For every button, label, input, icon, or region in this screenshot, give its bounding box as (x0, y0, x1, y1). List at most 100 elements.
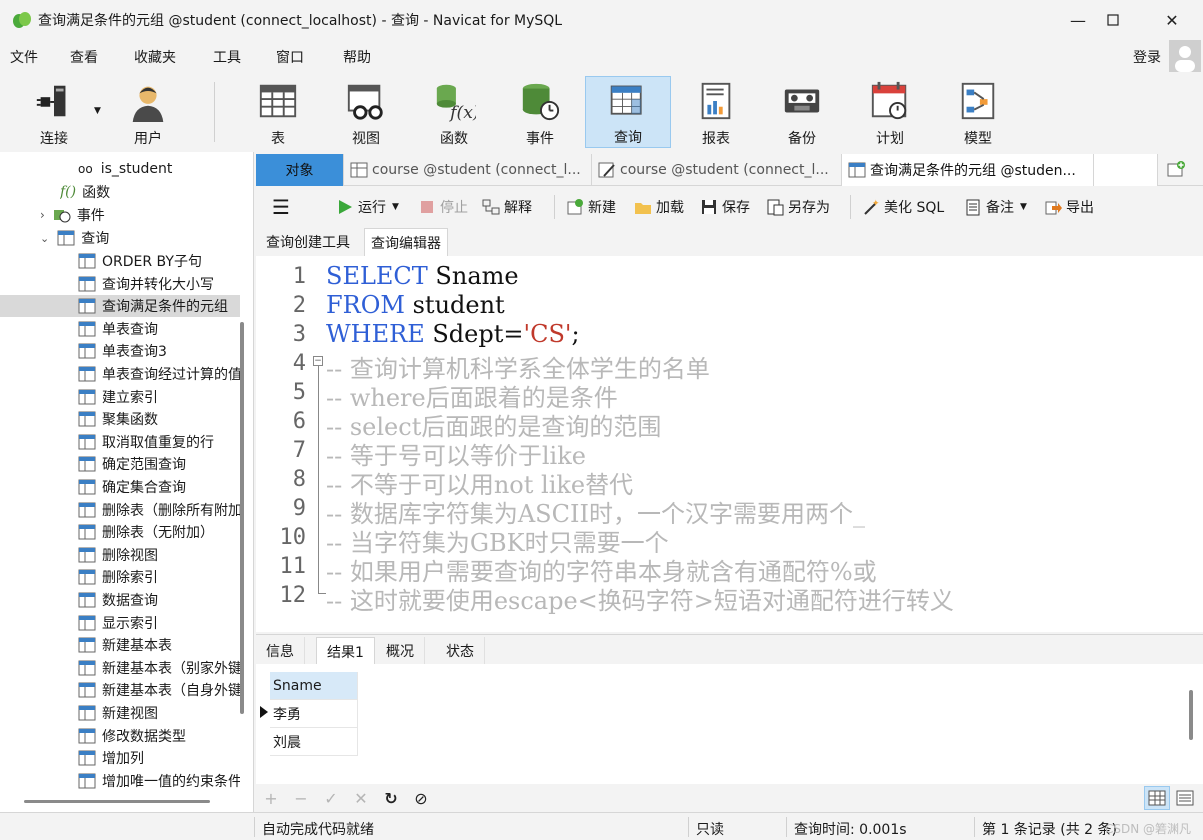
tree-item-query[interactable]: 新建视图 (0, 702, 240, 724)
tree-item-query[interactable]: 聚集函数 (0, 408, 240, 430)
discard-changes-button[interactable]: ✕ (352, 789, 370, 808)
tree-item-query[interactable]: 删除索引 (0, 566, 240, 588)
tree-item-query[interactable]: 显示索引 (0, 612, 240, 634)
backup-button[interactable]: 备份 (764, 76, 840, 148)
login-link[interactable]: 登录 (1133, 47, 1161, 67)
run-button[interactable]: 运行 ▼ (336, 197, 399, 217)
connect-button[interactable]: 连接 (16, 76, 92, 148)
add-record-button[interactable]: + (262, 789, 280, 808)
menu-view[interactable]: 查看 (70, 47, 98, 67)
explain-button[interactable]: 解释 (482, 197, 532, 217)
menu-file[interactable]: 文件 (10, 47, 38, 67)
menu-tools[interactable]: 工具 (213, 47, 241, 67)
column-header-sname[interactable]: Sname (270, 672, 358, 700)
tree-item-functions[interactable]: f() 函数 (60, 181, 253, 203)
tree-item-query[interactable]: 新建基本表 (0, 634, 240, 656)
tree-item-query[interactable]: 建立索引 (0, 386, 240, 408)
tree-item-query[interactable]: 确定范围查询 (0, 453, 240, 475)
tree-item-query[interactable]: 取消取值重复的行 (0, 431, 240, 453)
tree-item-query[interactable]: 确定集合查询 (0, 476, 240, 498)
grid-view-button[interactable] (1144, 786, 1170, 810)
tab-course-2[interactable]: course @student (connect_l... (592, 154, 842, 186)
avatar[interactable] (1169, 40, 1201, 72)
table-row[interactable]: 刘晨 (270, 728, 358, 756)
beautify-sql-button[interactable]: ✦ 美化 SQL (862, 197, 944, 217)
menu-window[interactable]: 窗口 (276, 47, 304, 67)
tab-objects[interactable]: 对象 (256, 154, 344, 186)
tree-item-query[interactable]: 删除表（无附加） (0, 521, 240, 543)
tree-item-query[interactable]: 单表查询 (0, 318, 240, 340)
menu-help[interactable]: 帮助 (343, 47, 371, 67)
function-button[interactable]: f(x) 函数 (416, 76, 492, 148)
stop-loading-button[interactable]: ⊘ (412, 789, 430, 808)
tab-info[interactable]: 信息 (256, 637, 305, 665)
code-line[interactable]: -- 这时就要使用escape<换码字符>短语对通配符进行转义 (326, 581, 954, 616)
tree-item-query[interactable]: 单表查询3 (0, 340, 240, 362)
table-button[interactable]: 表 (240, 76, 316, 148)
tab-status[interactable]: 状态 (436, 637, 485, 665)
tree-item-query[interactable]: 增加唯一值的约束条件 (0, 770, 240, 792)
tab-course-1[interactable]: course @student (connect_l... (344, 154, 592, 186)
export-button[interactable]: 导出 (1044, 197, 1094, 217)
tab-current-query[interactable]: 查询满足条件的元组 @studen... (842, 154, 1094, 186)
model-button[interactable]: 模型 (940, 76, 1016, 148)
schedule-button[interactable]: 计划 (852, 76, 928, 148)
tab-blank[interactable] (1094, 154, 1158, 186)
tree-item-query[interactable]: ORDER BY子句 (0, 250, 240, 272)
tab-query-builder[interactable]: 查询创建工具 (260, 228, 356, 256)
chevron-down-icon[interactable]: ⌄ (40, 232, 49, 245)
query-icon (78, 502, 96, 518)
tree-item-query[interactable]: 删除视图 (0, 544, 240, 566)
view-button[interactable]: 视图 (328, 76, 404, 148)
grid-scrollbar[interactable] (1189, 690, 1193, 740)
hamburger-menu-icon[interactable]: ☰ (272, 195, 290, 219)
tree-scrollbar[interactable] (240, 322, 244, 714)
table-row[interactable]: 李勇 (270, 700, 358, 728)
refresh-button[interactable]: ↻ (382, 789, 400, 808)
sql-editor[interactable]: 1 SELECT Sname 2 FROM student 3 WHERE Sdept='… (256, 256, 1203, 632)
code-line[interactable]: SELECT Sname (326, 262, 519, 290)
tree-item-query[interactable]: 数据查询 (0, 589, 240, 611)
tree-item-query[interactable]: 增加列 (0, 747, 240, 769)
user-button[interactable]: 用户 (110, 76, 186, 148)
chevron-right-icon[interactable]: › (40, 208, 45, 222)
query-icon (78, 569, 96, 585)
form-view-button[interactable] (1172, 786, 1198, 810)
tree-item-query[interactable]: 修改数据类型 (0, 725, 240, 747)
code-line[interactable]: FROM student (326, 291, 505, 319)
delete-record-button[interactable]: − (292, 789, 310, 808)
tree-item-query[interactable]: 查询并转化大小写 (0, 273, 240, 295)
load-button[interactable]: 加载 (634, 197, 684, 217)
code-line[interactable]: WHERE Sdept='CS'; (326, 320, 580, 348)
stop-button[interactable]: 停止 (418, 197, 468, 217)
menu-favorites[interactable]: 收藏夹 (134, 47, 176, 67)
status-bar: 自动完成代码就绪 只读 查询时间: 0.001s 第 1 条记录 (共 2 条)… (0, 812, 1203, 840)
tree-item-query[interactable]: 查询满足条件的元组 (0, 295, 240, 318)
tree-item-queries[interactable]: ⌄ 查询 (40, 227, 253, 249)
close-button[interactable]: ✕ (1149, 0, 1195, 40)
apply-changes-button[interactable]: ✓ (322, 789, 340, 808)
query-button[interactable]: 查询 (585, 76, 671, 148)
tree-item-query[interactable]: 新建基本表（别家外键 (0, 657, 240, 679)
tree-item-is-student[interactable]: oo is_student (78, 158, 253, 180)
event-button[interactable]: 事件 (502, 76, 578, 148)
line-number: 6 (292, 409, 306, 434)
tab-result-1[interactable]: 结果1 (316, 637, 375, 665)
tree-item-events[interactable]: › 事件 (40, 204, 253, 226)
tree-item-query[interactable]: 单表查询经过计算的值 (0, 363, 240, 385)
report-button[interactable]: 报表 (678, 76, 754, 148)
new-button[interactable]: 新建 (566, 197, 616, 217)
tree-horizontal-scrollbar[interactable] (24, 800, 210, 803)
tab-profile[interactable]: 概况 (376, 637, 425, 665)
save-as-button[interactable]: 另存为 (766, 197, 830, 217)
new-tab-icon[interactable] (1166, 160, 1186, 184)
comment-button[interactable]: 备注 ▼ (964, 197, 1027, 217)
maximize-button[interactable] (1090, 0, 1136, 40)
tab-query-editor[interactable]: 查询编辑器 (364, 228, 448, 256)
tree-item-query[interactable]: 新建基本表（自身外键 (0, 679, 240, 701)
chevron-down-icon[interactable]: ▼ (94, 106, 101, 116)
result-grid[interactable]: Sname 李勇 刘晨 (256, 664, 1203, 784)
save-button[interactable]: 保存 (700, 197, 750, 217)
fold-toggle-icon[interactable]: − (313, 356, 323, 366)
tree-item-query[interactable]: 删除表（删除所有附加 (0, 499, 240, 521)
